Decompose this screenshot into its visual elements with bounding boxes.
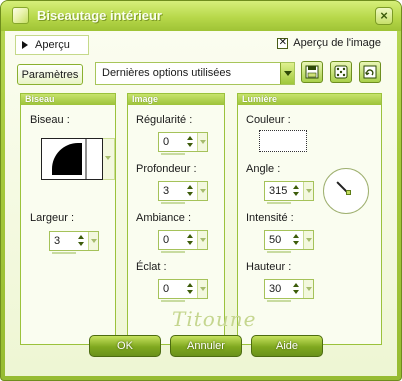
expand-arrow-icon [22,41,28,49]
color-label: Couleur : [246,114,291,126]
help-button-label: Aide [275,340,299,352]
help-button[interactable]: Aide [251,335,323,357]
smoothness-spinbox[interactable]: 0 [158,132,208,155]
slider-track [267,251,291,253]
angle-knob[interactable] [346,190,351,195]
window-title: Biseautage intérieur [37,8,162,23]
smoothness-value: 0 [163,136,170,148]
watermark-signature: Titoune [172,307,257,331]
spin-arrows-icon[interactable] [187,232,195,248]
spin-arrows-icon[interactable] [187,134,195,150]
angle-dial[interactable] [323,168,369,214]
elevation-slider-dropdown[interactable] [303,280,313,298]
shininess-spinbox[interactable]: 0 [158,279,208,302]
bevel-label: Biseau : [30,114,70,126]
ambience-spinbox[interactable]: 0 [158,230,208,253]
shininess-slider-dropdown[interactable] [197,280,207,298]
slider-track [267,300,291,302]
close-icon[interactable]: × [375,7,393,25]
bevel-shape-icon [52,139,102,179]
intensity-label: Intensité : [246,212,294,224]
light-color-swatch[interactable] [259,130,307,152]
light-group: Lumière Couleur : Angle : 315 Intensité … [237,93,382,345]
dice-icon [334,65,348,79]
preview-toggle-button[interactable]: Aperçu [15,35,89,55]
checkbox-checked-icon[interactable]: ✕ [277,37,289,49]
bevel-group-title: Biseau [21,94,115,105]
shininess-label: Éclat : [136,261,167,273]
spin-arrows-icon[interactable] [78,233,86,249]
width-label: Largeur : [30,212,75,224]
slider-track [52,252,76,254]
params-button[interactable]: Paramètres [17,64,83,85]
light-group-title: Lumière [238,94,381,105]
params-selected: Dernières options utilisées [102,67,232,79]
cancel-button-label: Annuler [187,340,225,352]
elevation-spinbox[interactable]: 30 [264,279,314,302]
intensity-slider-dropdown[interactable] [303,231,313,249]
cancel-button[interactable]: Annuler [170,335,242,357]
angle-slider-dropdown[interactable] [303,182,313,200]
ambience-value: 0 [163,234,170,246]
depth-label: Profondeur : [136,163,197,175]
slider-track [161,202,185,204]
spin-arrows-icon[interactable] [293,183,301,199]
angle-label: Angle : [246,163,281,175]
params-button-label: Paramètres [21,68,79,81]
title-bar[interactable]: Biseautage intérieur × [1,1,401,31]
slider-track [161,153,185,155]
depth-spinbox[interactable]: 3 [158,181,208,204]
slider-track [161,300,185,302]
bevel-shape-preview[interactable] [41,138,103,180]
depth-slider-dropdown[interactable] [197,182,207,200]
bevel-group: Biseau Biseau : Largeur : 3 [20,93,116,345]
save-icon [305,65,319,79]
spin-arrows-icon[interactable] [187,281,195,297]
randomize-button[interactable] [330,61,352,83]
elevation-value: 30 [269,283,282,295]
angle-spinbox[interactable]: 315 [264,181,314,204]
intensity-spinbox[interactable]: 50 [264,230,314,253]
spin-arrows-icon[interactable] [293,281,301,297]
intensity-value: 50 [269,234,282,246]
elevation-label: Hauteur : [246,261,292,273]
slider-track [161,251,185,253]
ok-button[interactable]: OK [89,335,161,357]
image-group-title: Image [128,94,224,105]
dialog-window: Biseautage intérieur × Aperçu ✕ Aperçu d… [0,0,402,381]
params-dropdown[interactable]: Dernières options utilisées [95,62,295,85]
width-value: 3 [54,235,61,247]
save-preset-button[interactable] [301,61,323,83]
preview-toggle-label: Aperçu [35,39,70,51]
image-preview-label: Aperçu de l'image [293,37,381,49]
dialog-content: Aperçu ✕ Aperçu de l'image Paramètres De… [5,31,397,376]
width-slider-dropdown[interactable] [88,232,98,250]
image-preview-checkbox[interactable]: ✕ Aperçu de l'image [277,37,381,49]
reset-button[interactable] [359,61,381,83]
chevron-down-icon[interactable] [280,63,294,84]
angle-value: 315 [269,185,288,197]
app-icon [12,7,29,24]
shininess-value: 0 [163,283,170,295]
bevel-shape-dropdown[interactable] [103,138,115,180]
ambience-slider-dropdown[interactable] [197,231,207,249]
smoothness-label: Régularité : [136,114,193,126]
smoothness-slider-dropdown[interactable] [197,133,207,151]
ambience-label: Ambiance : [136,212,192,224]
slider-track [267,202,291,204]
reset-icon [363,65,377,79]
ok-button-label: OK [117,340,133,352]
width-spinbox[interactable]: 3 [49,231,99,254]
spin-arrows-icon[interactable] [293,232,301,248]
spin-arrows-icon[interactable] [187,183,195,199]
depth-value: 3 [163,185,170,197]
